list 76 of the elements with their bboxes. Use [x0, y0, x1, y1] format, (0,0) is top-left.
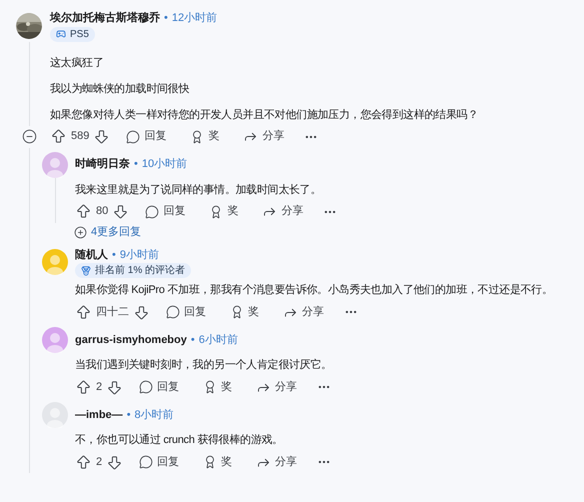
collapse-button[interactable] — [22, 129, 36, 144]
comment-icon — [139, 455, 154, 469]
upvote-icon — [75, 304, 92, 320]
downvote-button[interactable] — [106, 378, 124, 396]
author-name[interactable]: —imbe— — [75, 406, 123, 424]
comment-icon — [126, 130, 140, 144]
share-button[interactable]: 分享 — [256, 454, 298, 470]
more-replies-link[interactable]: 4更多回复 — [74, 224, 142, 241]
timestamp: 9小时前 — [120, 248, 159, 262]
minus-icon — [22, 129, 36, 144]
controller-icon — [56, 29, 66, 39]
vote-count: 589 — [71, 129, 90, 144]
reply-button[interactable]: 回复 — [126, 128, 166, 145]
reply-button[interactable]: 回复 — [139, 378, 180, 396]
medal-icon — [81, 266, 91, 276]
award-button[interactable]: 奖 — [190, 128, 220, 145]
author-name[interactable]: 埃尔加托梅古斯塔穆乔 — [50, 10, 160, 26]
plus-icon — [74, 226, 87, 239]
separator-dot: • — [134, 157, 138, 172]
upvote-button[interactable] — [75, 203, 92, 220]
separator-dot: • — [164, 11, 168, 26]
separator-dot: • — [126, 408, 131, 423]
upvote-button[interactable] — [50, 128, 67, 145]
upvote-icon — [75, 378, 92, 396]
upvote-button[interactable] — [75, 304, 92, 320]
flair-text: 排名前 1% 的评论者 — [95, 264, 186, 278]
award-button[interactable]: 奖 — [230, 304, 259, 320]
downvote-icon — [112, 203, 130, 220]
comment-text: 我以为蜘蛛侠的加载时间很快 — [50, 82, 190, 96]
comment-text: 如果您像对待人类一样对待您的开发人员并且不对他们施加压力，您会得到这样的结果吗？ — [50, 108, 478, 122]
comment-text: 这太疯狂了 — [50, 56, 105, 70]
upvote-button[interactable] — [75, 454, 92, 470]
upvote-icon — [75, 454, 92, 470]
downvote-button[interactable] — [112, 203, 130, 220]
upvote-icon — [50, 128, 67, 145]
downvote-icon — [106, 454, 124, 470]
share-button[interactable]: 分享 — [256, 378, 298, 396]
timestamp: 6小时前 — [198, 332, 238, 348]
award-button[interactable]: 奖 — [209, 203, 238, 220]
vote-count: 2 — [96, 380, 102, 395]
comment-text: 不，你也可以通过 crunch 获得很棒的游戏。 — [75, 433, 284, 447]
timestamp: 12小时前 — [172, 11, 218, 26]
vote-count: 2 — [96, 454, 102, 470]
timestamp: 8小时前 — [134, 408, 174, 423]
share-button[interactable]: 分享 — [283, 304, 324, 320]
award-icon — [230, 305, 244, 319]
separator-dot: • — [112, 248, 116, 262]
downvote-icon — [106, 378, 124, 396]
author-name[interactable]: 时崎明日奈 — [75, 156, 130, 173]
reply-button[interactable]: 回复 — [145, 203, 186, 220]
separator-dot: • — [190, 332, 195, 348]
share-button[interactable]: 分享 — [262, 203, 304, 220]
award-button[interactable]: 奖 — [203, 378, 232, 396]
downvote-icon — [133, 304, 150, 320]
vote-count: 80 — [96, 204, 108, 220]
reply-button[interactable]: 回复 — [139, 454, 180, 470]
timestamp: 10小时前 — [142, 157, 188, 172]
vote-count: 四十二 — [96, 304, 129, 320]
comment-text: 当我们遇到关键时刻时，我的另一个人肯定很讨厌它。 — [75, 358, 332, 372]
flair-text: PS5 — [70, 28, 89, 42]
author-name[interactable]: 随机人 — [75, 246, 108, 263]
award-button[interactable]: 奖 — [203, 454, 232, 470]
share-button[interactable]: 分享 — [243, 128, 284, 145]
upvote-button[interactable] — [75, 378, 92, 396]
comment-icon — [166, 305, 180, 319]
comment-icon — [139, 380, 154, 394]
comment-icon — [145, 204, 160, 218]
downvote-button[interactable] — [93, 128, 110, 145]
downvote-button[interactable] — [133, 304, 150, 320]
reply-button[interactable]: 回复 — [166, 304, 206, 320]
upvote-icon — [75, 203, 92, 220]
downvote-icon — [93, 128, 110, 145]
author-name[interactable]: garrus-ismyhomeboy — [75, 332, 187, 348]
comment-text: 如果你觉得 KojiPro 不加班，那我有个消息要告诉你。小岛秀夫也加入了他们的加班，不过还是不行。 — [75, 283, 553, 297]
downvote-button[interactable] — [106, 454, 124, 470]
comment-text: 我来这里就是为了说同样的事情。加载时间太长了。 — [75, 182, 322, 196]
